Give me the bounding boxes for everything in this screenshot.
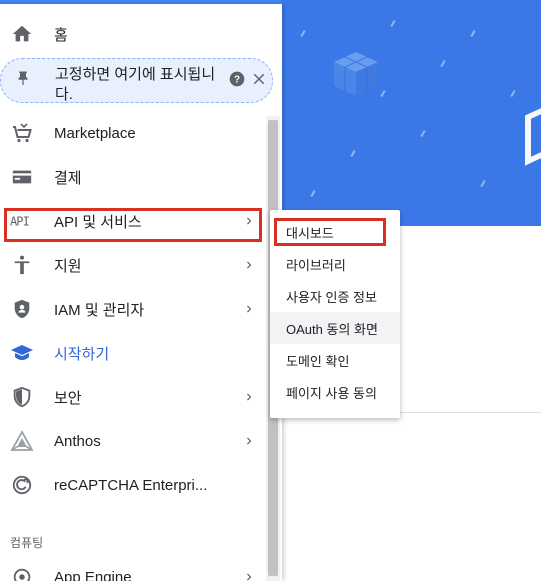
nav-item-support[interactable]: 지원	[0, 245, 266, 285]
pin-hint-text: 고정하면 여기에 표시됩니다.	[55, 66, 216, 103]
decor-dash	[440, 59, 446, 68]
decor-dash	[390, 19, 396, 28]
flyout-item-domain-verification[interactable]: 도메인 확인	[270, 344, 400, 376]
billing-icon	[10, 165, 34, 189]
nav-item-home[interactable]: 홈	[0, 14, 266, 54]
support-icon	[10, 253, 34, 277]
chevron-right-icon	[247, 305, 252, 313]
chevron-right-icon	[247, 437, 252, 445]
decor-dash	[300, 29, 306, 38]
hero-banner	[282, 0, 541, 226]
nav-label: 결제	[54, 169, 82, 187]
getting-started-icon	[10, 341, 34, 365]
decor-dash	[350, 149, 356, 158]
decor-dash	[470, 29, 476, 38]
nav-label: Anthos	[54, 432, 101, 450]
help-icon[interactable]: ?	[229, 71, 245, 87]
nav-item-iam-admin[interactable]: IAM 및 관리자	[0, 289, 266, 329]
nav-item-recaptcha[interactable]: reCAPTCHA Enterpri...	[0, 465, 266, 505]
nav-label: reCAPTCHA Enterpri...	[54, 476, 208, 494]
anthos-icon	[10, 429, 34, 453]
nav-label: 홈	[54, 26, 68, 44]
decor-dash	[420, 129, 426, 138]
chevron-right-icon	[247, 573, 252, 581]
app-engine-icon	[10, 565, 34, 581]
highlight-box-dashboard	[274, 218, 386, 246]
svg-text:?: ?	[234, 74, 240, 85]
nav-item-billing[interactable]: 결제	[0, 157, 266, 197]
flyout-item-label: 사용자 인증 정보	[286, 289, 377, 305]
nav-label: 지원	[54, 257, 82, 275]
section-label-compute: 컴퓨팅	[10, 536, 44, 550]
marketplace-cart-icon	[10, 121, 34, 145]
recaptcha-icon	[10, 473, 34, 497]
flyout-item-oauth-consent[interactable]: OAuth 동의 화면	[270, 312, 400, 344]
iam-shield-icon	[10, 297, 34, 321]
decor-dash	[510, 89, 516, 98]
flyout-item-label: 라이브러리	[286, 257, 346, 273]
nav-label: App Engine	[54, 568, 132, 581]
nav-label: 시작하기	[54, 345, 110, 363]
highlight-box-api	[4, 208, 262, 242]
chevron-right-icon	[247, 393, 252, 401]
nav-item-getting-started[interactable]: 시작하기	[0, 333, 266, 373]
nav-item-marketplace[interactable]: Marketplace	[0, 113, 266, 153]
flyout-item-label: OAuth 동의 화면	[286, 321, 378, 337]
flyout-item-page-usage-agreement[interactable]: 페이지 사용 동의	[270, 376, 400, 408]
pin-hint-box: 고정하면 여기에 표시됩니다. ?	[0, 58, 273, 103]
bracket-illustration	[525, 104, 541, 166]
close-icon[interactable]	[250, 70, 268, 88]
decor-dash	[480, 179, 486, 188]
home-icon	[10, 22, 34, 46]
flyout-item-library[interactable]: 라이브러리	[270, 248, 400, 280]
nav-item-security[interactable]: 보안	[0, 377, 266, 417]
nav-label: IAM 및 관리자	[54, 301, 145, 319]
nav-label: 보안	[54, 389, 82, 407]
flyout-item-label: 도메인 확인	[286, 353, 350, 369]
cube-illustration	[334, 52, 378, 96]
chevron-right-icon	[247, 261, 252, 269]
flyout-item-label: 페이지 사용 동의	[286, 385, 377, 401]
nav-item-anthos[interactable]: Anthos	[0, 421, 266, 461]
navigation-sidebar: 홈 고정하면 여기에 표시됩니다. ? Marketplace 결제 API A…	[0, 4, 282, 581]
nav-label: Marketplace	[54, 124, 136, 142]
nav-item-app-engine[interactable]: App Engine	[0, 557, 266, 581]
decor-dash	[310, 189, 316, 198]
pin-icon	[11, 67, 35, 91]
flyout-item-credentials[interactable]: 사용자 인증 정보	[270, 280, 400, 312]
security-shield-icon	[10, 385, 34, 409]
